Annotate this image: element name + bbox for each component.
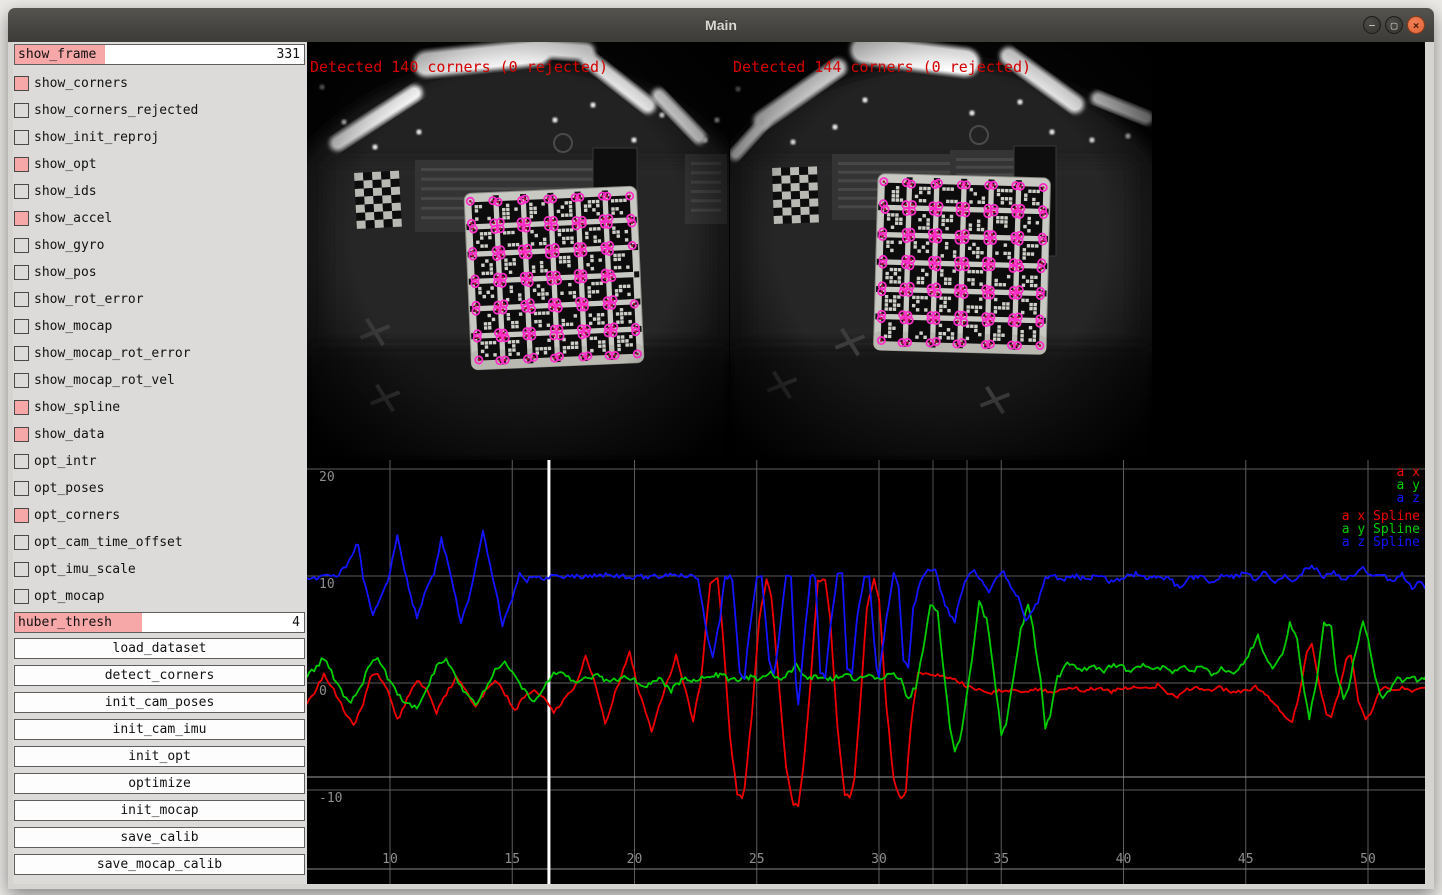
checkbox-label: show_ids	[34, 184, 97, 199]
checkbox[interactable]	[14, 103, 29, 118]
checkbox[interactable]	[14, 508, 29, 523]
maximize-button[interactable]: ▢	[1385, 16, 1403, 34]
init_opt-button[interactable]: init_opt	[14, 746, 305, 767]
window-content: show_frame 331 show_corners show_corners_…	[8, 42, 1434, 889]
vignette	[307, 42, 729, 460]
show-frame-slider[interactable]: show_frame 331	[14, 44, 305, 65]
checkbox[interactable]	[14, 454, 29, 469]
svg-text:30: 30	[871, 852, 887, 867]
svg-text:50: 50	[1360, 852, 1376, 867]
window-controls: − ▢ ×	[1363, 16, 1425, 34]
checkbox-label: show_corners_rejected	[34, 103, 198, 118]
checkbox-label: opt_corners	[34, 508, 120, 523]
svg-text:20: 20	[319, 470, 335, 485]
checkbox[interactable]	[14, 400, 29, 415]
imu-plot[interactable]: 20100-10101520253035404550a xa ya za x S…	[307, 460, 1425, 884]
checkbox[interactable]	[14, 211, 29, 226]
svg-text:35: 35	[993, 852, 1009, 867]
checkbox-label: opt_mocap	[34, 589, 104, 604]
checkbox[interactable]	[14, 157, 29, 172]
checkbox-label: opt_cam_time_offset	[34, 535, 183, 550]
svg-text:25: 25	[749, 852, 765, 867]
slider-label: huber_thresh	[18, 615, 112, 630]
svg-text:40: 40	[1116, 852, 1132, 867]
checkbox[interactable]	[14, 535, 29, 550]
svg-text:a z: a z	[1397, 491, 1420, 506]
checkbox[interactable]	[14, 319, 29, 334]
svg-text:10: 10	[319, 577, 335, 592]
init_cam_imu-button[interactable]: init_cam_imu	[14, 719, 305, 740]
checkbox-label: show_data	[34, 427, 104, 442]
checkbox-label: show_corners	[34, 76, 128, 91]
optimize-button[interactable]: optimize	[14, 773, 305, 794]
checkbox[interactable]	[14, 265, 29, 280]
title-bar[interactable]: Main − ▢ ×	[8, 8, 1434, 43]
checkbox-label: show_init_reproj	[34, 130, 159, 145]
svg-text:10: 10	[382, 852, 398, 867]
checkbox[interactable]	[14, 589, 29, 604]
checkbox[interactable]	[14, 130, 29, 145]
detection-overlay-text: Detected 144 corners (0 rejected)	[733, 58, 1031, 76]
slider-label: show_frame	[18, 47, 96, 62]
checkbox-label: opt_poses	[34, 481, 104, 496]
save_calib-button[interactable]: save_calib	[14, 827, 305, 848]
close-button[interactable]: ×	[1407, 16, 1425, 34]
checkbox[interactable]	[14, 427, 29, 442]
camera-view-left[interactable]: Detected 140 corners (0 rejected)	[307, 42, 729, 460]
checkbox-label: show_mocap_rot_error	[34, 346, 191, 361]
checkbox[interactable]	[14, 346, 29, 361]
slider-value: 4	[292, 615, 300, 630]
init_cam_poses-button[interactable]: init_cam_poses	[14, 692, 305, 713]
checkbox[interactable]	[14, 76, 29, 91]
control-panel: show_frame 331 show_corners show_corners_…	[13, 42, 312, 884]
camera-view-right[interactable]: Detected 144 corners (0 rejected)	[730, 42, 1152, 460]
svg-text:0: 0	[319, 684, 327, 699]
checkbox-label: show_mocap_rot_vel	[34, 373, 175, 388]
checkbox-label: opt_intr	[34, 454, 97, 469]
slider-value: 331	[277, 47, 300, 62]
svg-text:a z Spline: a z Spline	[1342, 535, 1420, 550]
checkbox[interactable]	[14, 562, 29, 577]
init_mocap-button[interactable]: init_mocap	[14, 800, 305, 821]
main-window: Main − ▢ × show_frame 331 show_cornerssh…	[8, 8, 1434, 889]
checkbox-label: show_pos	[34, 265, 97, 280]
checkbox-label: show_mocap	[34, 319, 112, 334]
checkbox[interactable]	[14, 184, 29, 199]
vignette	[730, 42, 1152, 460]
huber-thresh-slider[interactable]: huber_thresh 4	[14, 612, 305, 633]
svg-text:-10: -10	[319, 791, 342, 806]
checkbox[interactable]	[14, 481, 29, 496]
save_mocap_calib-button[interactable]: save_mocap_calib	[14, 854, 305, 875]
checkbox[interactable]	[14, 292, 29, 307]
svg-text:20: 20	[627, 852, 643, 867]
checkbox[interactable]	[14, 373, 29, 388]
checkbox-label: show_rot_error	[34, 292, 144, 307]
view-area: Detected 140 corners (0 rejected) Detect…	[307, 42, 1425, 884]
svg-text:15: 15	[504, 852, 520, 867]
svg-text:45: 45	[1238, 852, 1254, 867]
window-title: Main	[705, 17, 737, 33]
detection-overlay-text: Detected 140 corners (0 rejected)	[310, 58, 608, 76]
checkbox-label: show_spline	[34, 400, 120, 415]
minimize-button[interactable]: −	[1363, 16, 1381, 34]
checkbox-label: opt_imu_scale	[34, 562, 136, 577]
detect_corners-button[interactable]: detect_corners	[14, 665, 305, 686]
checkbox[interactable]	[14, 238, 29, 253]
checkbox-label: show_opt	[34, 157, 97, 172]
load_dataset-button[interactable]: load_dataset	[14, 638, 305, 659]
checkbox-label: show_accel	[34, 211, 112, 226]
checkbox-label: show_gyro	[34, 238, 104, 253]
